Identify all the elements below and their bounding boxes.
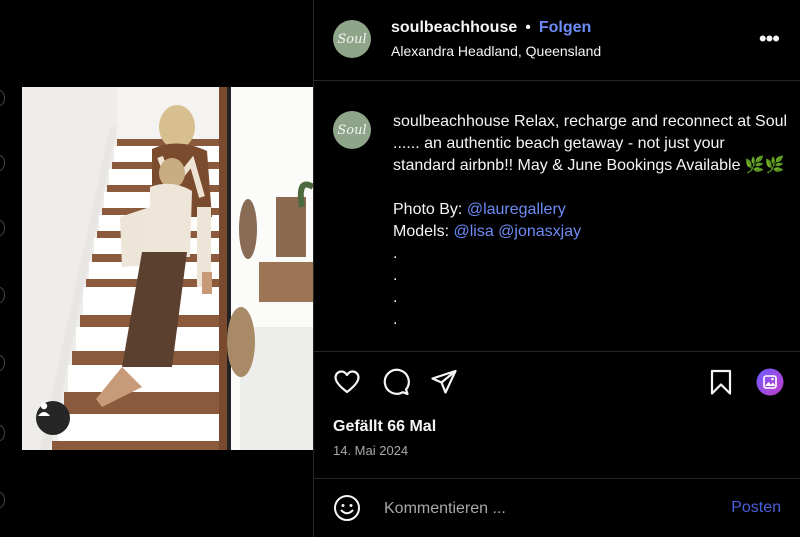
location-link[interactable]: Alexandra Headland, Queensland <box>391 43 601 59</box>
caption-text: soulbeachhouse Relax, recharge and recon… <box>393 111 788 331</box>
likes-count[interactable]: Gefällt 66 Mal <box>333 418 436 436</box>
caption-username-link[interactable]: soulbeachhouse <box>393 113 510 130</box>
bookmark-icon <box>710 369 732 395</box>
edge-mark <box>0 90 5 106</box>
caption-dot: . <box>393 245 398 262</box>
edge-mark <box>0 155 5 171</box>
edge-mark <box>0 287 5 303</box>
model-mention-link[interactable]: @jonasxjay <box>498 223 581 240</box>
separator-dot: • <box>525 19 531 36</box>
smiley-icon <box>334 495 360 521</box>
caption-dot: . <box>393 289 398 306</box>
avatar[interactable]: Soul <box>333 111 371 149</box>
avatar[interactable]: Soul <box>333 20 371 58</box>
paper-plane-icon <box>431 369 457 394</box>
caption-dot: . <box>393 311 398 328</box>
models-line: Models: @lisa @jonasxjay <box>393 221 788 243</box>
edge-mark <box>0 355 5 371</box>
action-bar <box>314 352 800 412</box>
photo-credit-label: Photo By: <box>393 201 467 218</box>
caption-body: soulbeachhouse Relax, recharge and recon… <box>393 111 788 177</box>
media-button[interactable] <box>756 368 784 396</box>
comment-button[interactable] <box>382 368 410 396</box>
follow-button[interactable]: Folgen <box>539 19 591 36</box>
emoji-button[interactable] <box>333 494 361 522</box>
caption-dot: . <box>393 267 398 284</box>
save-button[interactable] <box>707 368 735 396</box>
comment-box: Posten <box>314 479 800 537</box>
image-icon <box>756 368 784 396</box>
model-mention-link[interactable]: @lisa <box>453 223 493 240</box>
post-date[interactable]: 14. Mai 2024 <box>333 443 408 458</box>
username-link[interactable]: soulbeachhouse <box>391 19 517 36</box>
tagged-users-button[interactable] <box>36 401 70 435</box>
avatar-logo-text: Soul <box>337 31 367 47</box>
left-edge-strip <box>0 0 22 537</box>
post-header: Soul soulbeachhouse • Folgen Alexandra Hea… <box>314 0 800 81</box>
caption-area: Soul soulbeachhouse Relax, recharge and … <box>314 81 800 351</box>
post-photo[interactable] <box>22 87 313 450</box>
edge-mark <box>0 425 5 441</box>
user-icon <box>38 402 50 416</box>
more-options-button[interactable]: ••• <box>759 26 780 52</box>
post-comment-button[interactable]: Posten <box>731 499 781 517</box>
avatar-logo-text: Soul <box>337 122 367 138</box>
photographer-mention-link[interactable]: @lauregallery <box>467 201 566 218</box>
edge-mark <box>0 492 5 508</box>
like-button[interactable] <box>333 368 361 396</box>
edge-mark <box>0 220 5 236</box>
photo-credit-line: Photo By: @lauregallery <box>393 199 788 221</box>
comment-bubble-icon <box>383 368 410 396</box>
header-title-line: soulbeachhouse • Folgen <box>391 19 591 37</box>
post-detail-panel: Soul soulbeachhouse • Folgen Alexandra Hea… <box>313 0 800 537</box>
heart-icon <box>334 370 360 394</box>
models-label: Models: <box>393 223 454 240</box>
photo-illustration <box>22 87 313 450</box>
comment-input[interactable] <box>382 497 706 521</box>
share-button[interactable] <box>430 368 458 396</box>
